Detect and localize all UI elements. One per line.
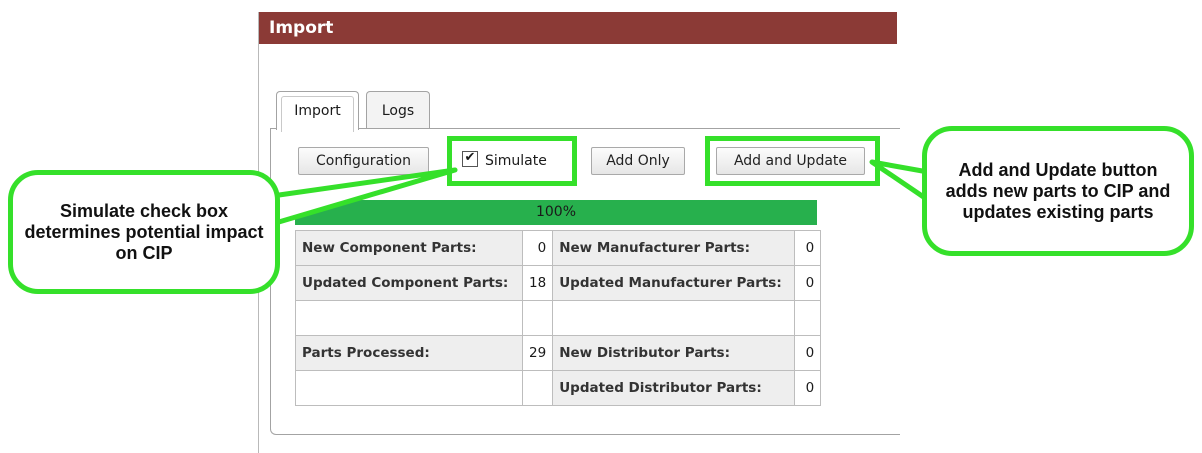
tab-import-label: Import [294, 103, 341, 119]
add-update-callout: Add and Update button adds new parts to … [922, 126, 1194, 256]
simulate-pointer [269, 167, 458, 227]
add-update-callout-text: Add and Update button adds new parts to … [945, 159, 1171, 222]
simulate-callout: Simulate check box determines potential … [8, 170, 280, 294]
simulate-callout-text: Simulate check box determines potential … [24, 200, 264, 263]
add-update-pointer [869, 159, 931, 203]
tab-import[interactable]: Import [276, 91, 359, 132]
